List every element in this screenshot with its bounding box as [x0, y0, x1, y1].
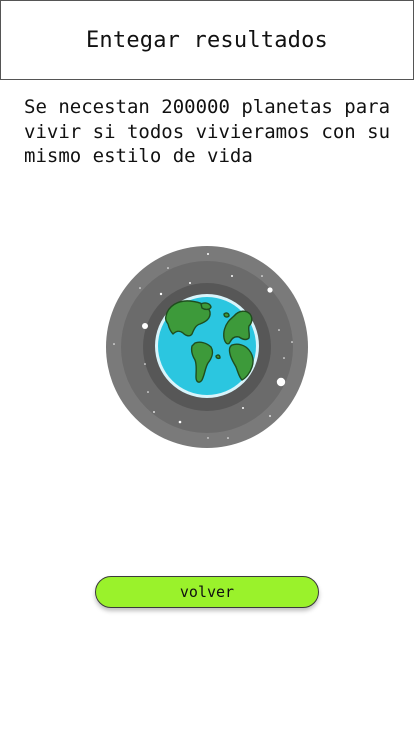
header-bar: Entegar resultados: [0, 0, 414, 80]
earth-planet-icon: [106, 246, 308, 448]
page-title: Entegar resultados: [85, 27, 328, 53]
result-message: Se necestan 200000 planetas para vivir s…: [24, 96, 391, 167]
back-button[interactable]: volver: [95, 576, 319, 608]
planet-illustration: [106, 246, 308, 448]
